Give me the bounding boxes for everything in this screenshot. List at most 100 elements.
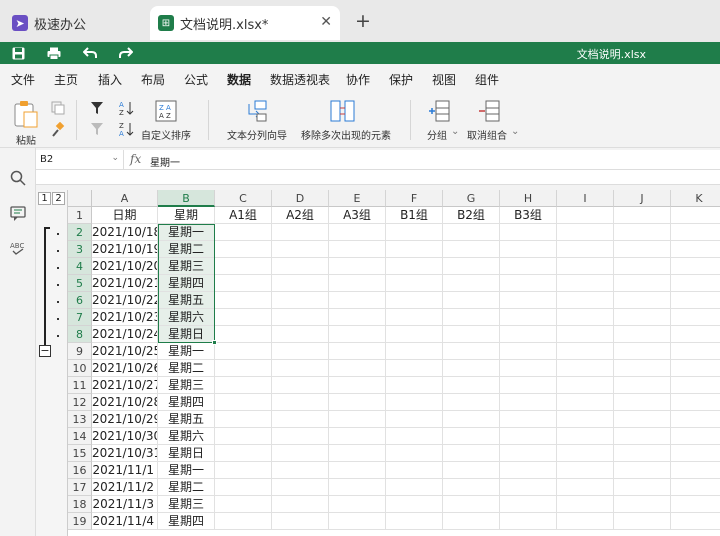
row-header[interactable]: 5 [68, 275, 92, 292]
remove-duplicates-icon[interactable] [330, 100, 356, 122]
cell-g18[interactable] [443, 496, 500, 513]
cell-e14[interactable] [329, 428, 386, 445]
cell-i8[interactable] [557, 326, 614, 343]
cell-f10[interactable] [386, 360, 443, 377]
column-header-j[interactable]: J [614, 190, 671, 207]
cell-d11[interactable] [272, 377, 329, 394]
text-to-columns-label[interactable]: 文本分列向导 [227, 127, 287, 142]
cell-k10[interactable] [671, 360, 720, 377]
cell-a7[interactable]: 2021/10/23 [92, 309, 158, 326]
cell-h8[interactable] [500, 326, 557, 343]
copy-icon[interactable] [51, 101, 65, 115]
cell-h12[interactable] [500, 394, 557, 411]
cell-e17[interactable] [329, 479, 386, 496]
cell-h4[interactable] [500, 258, 557, 275]
cell-e7[interactable] [329, 309, 386, 326]
fill-handle[interactable] [212, 340, 217, 345]
cell-h15[interactable] [500, 445, 557, 462]
group-label[interactable]: 分组 [427, 127, 447, 142]
cell-b19[interactable]: 星期四 [158, 513, 215, 530]
cell-h9[interactable] [500, 343, 557, 360]
cell-e1[interactable]: A3组 [329, 207, 386, 224]
cell-j2[interactable] [614, 224, 671, 241]
cell-f16[interactable] [386, 462, 443, 479]
cell-h17[interactable] [500, 479, 557, 496]
cell-j1[interactable] [614, 207, 671, 224]
cell-c4[interactable] [215, 258, 272, 275]
cell-d3[interactable] [272, 241, 329, 258]
cell-f6[interactable] [386, 292, 443, 309]
cell-c6[interactable] [215, 292, 272, 309]
row-header[interactable]: 9 [68, 343, 92, 360]
cell-g3[interactable] [443, 241, 500, 258]
cell-k16[interactable] [671, 462, 720, 479]
cell-e12[interactable] [329, 394, 386, 411]
ungroup-dropdown-icon[interactable]: ⌄ [511, 126, 519, 137]
cell-g6[interactable] [443, 292, 500, 309]
cell-a8[interactable]: 2021/10/24 [92, 326, 158, 343]
cell-d14[interactable] [272, 428, 329, 445]
cell-j3[interactable] [614, 241, 671, 258]
cell-d13[interactable] [272, 411, 329, 428]
cell-d18[interactable] [272, 496, 329, 513]
cell-c17[interactable] [215, 479, 272, 496]
name-box[interactable]: B2 ⌄ [36, 150, 124, 170]
cell-j9[interactable] [614, 343, 671, 360]
cell-h19[interactable] [500, 513, 557, 530]
cell-g14[interactable] [443, 428, 500, 445]
cell-f13[interactable] [386, 411, 443, 428]
cell-d4[interactable] [272, 258, 329, 275]
cell-e11[interactable] [329, 377, 386, 394]
redo-icon[interactable] [118, 45, 134, 61]
cell-i19[interactable] [557, 513, 614, 530]
menu-protect[interactable]: 保护 [389, 71, 413, 88]
cell-h18[interactable] [500, 496, 557, 513]
cell-i9[interactable] [557, 343, 614, 360]
cell-f1[interactable]: B1组 [386, 207, 443, 224]
column-header-k[interactable]: K [671, 190, 720, 207]
cell-g8[interactable] [443, 326, 500, 343]
cell-k2[interactable] [671, 224, 720, 241]
cell-e15[interactable] [329, 445, 386, 462]
cell-e3[interactable] [329, 241, 386, 258]
cell-h10[interactable] [500, 360, 557, 377]
cell-j19[interactable] [614, 513, 671, 530]
cell-g17[interactable] [443, 479, 500, 496]
cell-h3[interactable] [500, 241, 557, 258]
print-icon[interactable] [46, 45, 62, 61]
cell-a19[interactable]: 2021/11/4 [92, 513, 158, 530]
custom-sort-label[interactable]: 自定义排序 [141, 127, 191, 142]
new-tab-icon[interactable]: + [355, 12, 371, 31]
row-header[interactable]: 13 [68, 411, 92, 428]
cell-i16[interactable] [557, 462, 614, 479]
cell-c8[interactable] [215, 326, 272, 343]
cell-b16[interactable]: 星期一 [158, 462, 215, 479]
menu-file[interactable]: 文件 [11, 71, 35, 88]
row-header[interactable]: 6 [68, 292, 92, 309]
cell-f19[interactable] [386, 513, 443, 530]
cell-b12[interactable]: 星期四 [158, 394, 215, 411]
row-header[interactable]: 11 [68, 377, 92, 394]
cell-k11[interactable] [671, 377, 720, 394]
cell-d9[interactable] [272, 343, 329, 360]
cell-k6[interactable] [671, 292, 720, 309]
cell-d6[interactable] [272, 292, 329, 309]
function-icon[interactable]: fx [130, 152, 141, 166]
cell-b5[interactable]: 星期四 [158, 275, 215, 292]
cell-a12[interactable]: 2021/10/28 [92, 394, 158, 411]
cell-a13[interactable]: 2021/10/29 [92, 411, 158, 428]
cell-d1[interactable]: A2组 [272, 207, 329, 224]
row-header[interactable]: 4 [68, 258, 92, 275]
cell-g7[interactable] [443, 309, 500, 326]
cell-k14[interactable] [671, 428, 720, 445]
cell-j16[interactable] [614, 462, 671, 479]
cell-i18[interactable] [557, 496, 614, 513]
column-header-a[interactable]: A [92, 190, 158, 207]
cell-c16[interactable] [215, 462, 272, 479]
remove-duplicates-label[interactable]: 移除多次出现的元素 [301, 127, 391, 142]
cell-f8[interactable] [386, 326, 443, 343]
cell-f2[interactable] [386, 224, 443, 241]
cell-j6[interactable] [614, 292, 671, 309]
formula-input[interactable]: 星期一 [150, 154, 180, 169]
undo-icon[interactable] [82, 45, 98, 61]
